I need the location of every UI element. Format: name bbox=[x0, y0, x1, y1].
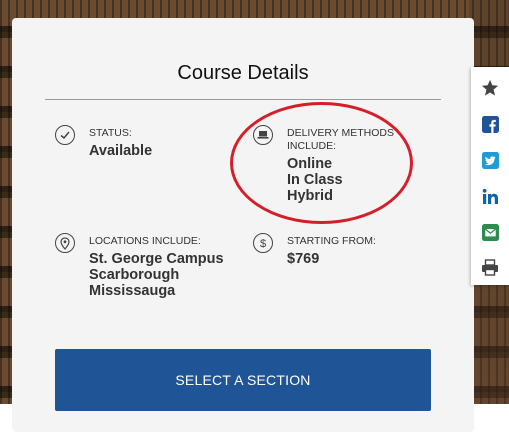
twitter-icon[interactable] bbox=[471, 142, 509, 178]
svg-text:$: $ bbox=[260, 238, 266, 249]
favorite-star-icon[interactable] bbox=[471, 70, 509, 106]
laptop-icon bbox=[253, 125, 273, 145]
check-circle-icon bbox=[55, 125, 75, 145]
print-icon[interactable] bbox=[471, 249, 509, 285]
delivery-value-in-class: In Class bbox=[287, 172, 343, 188]
price-detail: $ STARTING FROM: $769 bbox=[253, 233, 433, 283]
dollar-icon: $ bbox=[253, 233, 273, 253]
location-scarborough: Scarborough bbox=[89, 267, 180, 283]
price-value: $769 bbox=[287, 251, 320, 267]
location-mississauga: Mississauga bbox=[89, 283, 176, 299]
status-value: Available bbox=[89, 143, 153, 159]
delivery-value-online: Online bbox=[287, 156, 333, 172]
delivery-detail: DELIVERY METHODS INCLUDE: Online In Clas… bbox=[253, 125, 453, 215]
locations-label: LOCATIONS INCLUDE: bbox=[89, 235, 201, 247]
course-details-card: Course Details STATUS: Available DELIVER… bbox=[12, 18, 474, 432]
title-divider bbox=[45, 99, 441, 100]
delivery-value-hybrid: Hybrid bbox=[287, 188, 333, 204]
share-sidebar bbox=[471, 67, 509, 285]
location-st-george: St. George Campus bbox=[89, 251, 224, 267]
map-pin-icon bbox=[55, 233, 75, 253]
delivery-label-line2: INCLUDE: bbox=[287, 140, 337, 152]
email-icon[interactable] bbox=[471, 214, 509, 250]
price-label: STARTING FROM: bbox=[287, 235, 376, 247]
card-title: Course Details bbox=[177, 62, 309, 84]
delivery-label-line1: DELIVERY METHODS bbox=[287, 127, 394, 139]
facebook-icon[interactable] bbox=[471, 106, 509, 142]
locations-detail: LOCATIONS INCLUDE: St. George Campus Sca… bbox=[55, 233, 255, 323]
status-detail: STATUS: Available bbox=[55, 125, 235, 175]
linkedin-icon[interactable] bbox=[471, 178, 509, 214]
select-section-button[interactable]: SELECT A SECTION bbox=[55, 349, 431, 411]
status-label: STATUS: bbox=[89, 127, 132, 139]
